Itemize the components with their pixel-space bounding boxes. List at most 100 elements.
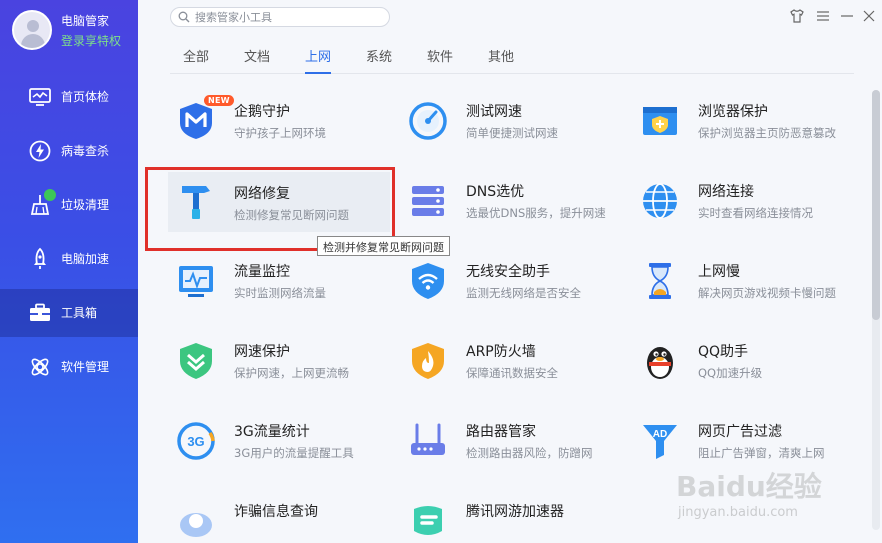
- wifi-shield-icon: [412, 263, 444, 299]
- menu-icon[interactable]: [814, 7, 832, 25]
- sidebar-item-toolbox[interactable]: 工具箱: [0, 289, 138, 337]
- tab-internet[interactable]: 上网: [305, 46, 332, 74]
- tool-router-manager[interactable]: 路由器管家 检测路由器风险，防蹭网: [408, 421, 628, 479]
- sidebar-item-speedup[interactable]: 电脑加速: [0, 235, 138, 283]
- sidebar-item-virus-scan[interactable]: 病毒查杀: [0, 127, 138, 175]
- sidebar-item-label: 工具箱: [61, 306, 98, 320]
- minimize-icon[interactable]: [838, 7, 856, 25]
- penguin-icon: [647, 347, 673, 379]
- new-badge: NEW: [204, 95, 234, 106]
- tool-qq-assistant[interactable]: QQ助手 QQ加速升级: [640, 341, 860, 399]
- tool-desc: 选最优DNS服务，提升网速: [466, 206, 606, 220]
- sidebar: 电脑管家 登录享特权 首页体检 病毒查杀 垃圾清理 电脑加速 工具箱 软件管理: [0, 0, 138, 543]
- toolbox-icon: [30, 303, 50, 321]
- sidebar-item-label: 垃圾清理: [61, 198, 110, 212]
- tool-title: 网络修复: [234, 186, 290, 202]
- server-icon: [412, 186, 444, 216]
- tool-speed-protect[interactable]: 网速保护 保护网速，上网更流畅: [176, 341, 396, 399]
- tool-title: 企鹅守护: [234, 104, 290, 120]
- tool-desc: 3G用户的流量提醒工具: [234, 446, 354, 460]
- check-badge-icon: [44, 189, 56, 201]
- speed-shield-icon: [180, 343, 212, 379]
- tab-other[interactable]: 其他: [488, 46, 514, 74]
- sidebar-item-junk-clean[interactable]: 垃圾清理: [0, 181, 138, 229]
- tab-software[interactable]: 软件: [427, 46, 453, 74]
- tool-desc: 实时监测网络流量: [234, 286, 326, 300]
- sidebar-item-software-management[interactable]: 软件管理: [0, 343, 138, 391]
- search-icon: [178, 11, 190, 23]
- tool-slow-internet[interactable]: 上网慢 解决网页游戏视频卡慢问题: [640, 261, 860, 319]
- tool-desc: 保护网速，上网更流畅: [234, 366, 349, 380]
- tool-arp-firewall[interactable]: ARP防火墙 保障通讯数据安全: [408, 341, 628, 399]
- tool-desc: 阻止广告弹窗，清爽上网: [698, 446, 825, 460]
- search-box[interactable]: [170, 7, 390, 27]
- tool-title: 浏览器保护: [698, 104, 768, 120]
- svg-text:3G: 3G: [187, 434, 204, 449]
- tool-network-connections[interactable]: 网络连接 实时查看网络连接情况: [640, 181, 860, 239]
- profile[interactable]: 电脑管家 登录享特权: [12, 10, 138, 50]
- router-icon: [411, 423, 445, 455]
- sidebar-item-label: 首页体检: [61, 90, 110, 104]
- game-accelerator-icon: [414, 506, 442, 535]
- avatar[interactable]: [12, 10, 52, 50]
- rocket-icon: [34, 247, 46, 269]
- tool-browser-protect[interactable]: 浏览器保护 保护浏览器主页防恶意篡改: [640, 101, 860, 159]
- ad-filter-icon: AD: [643, 425, 677, 459]
- tool-title: DNS选优: [466, 184, 525, 200]
- tool-desc: 保障通讯数据安全: [466, 366, 558, 380]
- shield-m-icon: [180, 103, 212, 139]
- close-icon[interactable]: [860, 7, 878, 25]
- sidebar-item-label: 电脑加速: [61, 252, 110, 266]
- traffic-monitor-icon: [179, 266, 213, 297]
- tool-title: 网络连接: [698, 184, 754, 200]
- browser-shield-icon: [643, 107, 677, 135]
- skin-shirt-icon[interactable]: [788, 7, 806, 25]
- profile-name: 电脑管家: [61, 14, 110, 28]
- svg-text:AD: AD: [653, 429, 667, 440]
- search-input[interactable]: [195, 9, 385, 25]
- tool-network-repair[interactable]: 网络修复 检测修复常见断网问题: [168, 172, 390, 232]
- firewall-icon: [412, 343, 444, 379]
- tool-desc: QQ加速升级: [698, 366, 763, 380]
- category-tabs: 全部 文档 上网 系统 软件 其他: [170, 40, 854, 74]
- tool-desc: 实时查看网络连接情况: [698, 206, 813, 220]
- tool-fraud-query[interactable]: 诈骗信息查询: [176, 501, 396, 543]
- globe-icon: [643, 183, 677, 219]
- sidebar-item-label: 病毒查杀: [61, 144, 110, 158]
- speedometer-icon: [409, 102, 447, 140]
- tab-system[interactable]: 系统: [366, 46, 392, 74]
- tool-title: 测试网速: [466, 104, 522, 120]
- tool-desc: 守护孩子上网环境: [234, 126, 326, 140]
- apps-icon: [31, 358, 49, 376]
- tool-title: 网速保护: [234, 344, 290, 360]
- tool-desc: 检测修复常见断网问题: [234, 208, 349, 222]
- tool-desc: 解决网页游戏视频卡慢问题: [698, 286, 836, 300]
- sidebar-item-label: 软件管理: [61, 360, 110, 374]
- tool-traffic-monitor[interactable]: 流量监控 实时监测网络流量: [176, 261, 396, 319]
- hourglass-icon: [649, 263, 671, 299]
- tool-penguin-guard[interactable]: NEW 企鹅守护 守护孩子上网环境: [176, 95, 396, 159]
- tool-title: 诈骗信息查询: [234, 504, 318, 520]
- tool-title: 上网慢: [698, 264, 740, 280]
- tool-title: 路由器管家: [466, 424, 536, 440]
- sidebar-item-home-checkup[interactable]: 首页体检: [0, 73, 138, 121]
- scrollbar-thumb[interactable]: [872, 90, 880, 320]
- fraud-query-icon: [180, 513, 212, 537]
- tool-3g-traffic-stats[interactable]: 3G 3G流量统计 3G用户的流量提醒工具: [176, 421, 396, 479]
- tool-desc: 监测无线网络是否安全: [466, 286, 581, 300]
- tool-title: 3G流量统计: [234, 424, 310, 440]
- tool-desc: 检测路由器风险，防蹭网: [466, 446, 593, 460]
- 3g-icon: 3G: [177, 422, 215, 460]
- tool-game-accelerator[interactable]: 腾讯网游加速器: [408, 501, 628, 543]
- scrollbar[interactable]: [872, 90, 880, 530]
- tool-title: ARP防火墙: [466, 344, 536, 360]
- tool-title: 无线安全助手: [466, 264, 550, 280]
- tool-ad-filter[interactable]: AD 网页广告过滤 阻止广告弹窗，清爽上网: [640, 421, 860, 479]
- tool-wifi-security[interactable]: 无线安全助手 监测无线网络是否安全: [408, 261, 628, 319]
- tool-speed-test[interactable]: 测试网速 简单便捷测试网速: [408, 101, 628, 159]
- tab-documents[interactable]: 文档: [244, 46, 270, 74]
- login-vip-link[interactable]: 登录享特权: [61, 32, 121, 49]
- tool-title: QQ助手: [698, 344, 749, 360]
- tab-all[interactable]: 全部: [183, 46, 209, 74]
- tool-dns-optimize[interactable]: DNS选优 选最优DNS服务，提升网速: [408, 181, 628, 239]
